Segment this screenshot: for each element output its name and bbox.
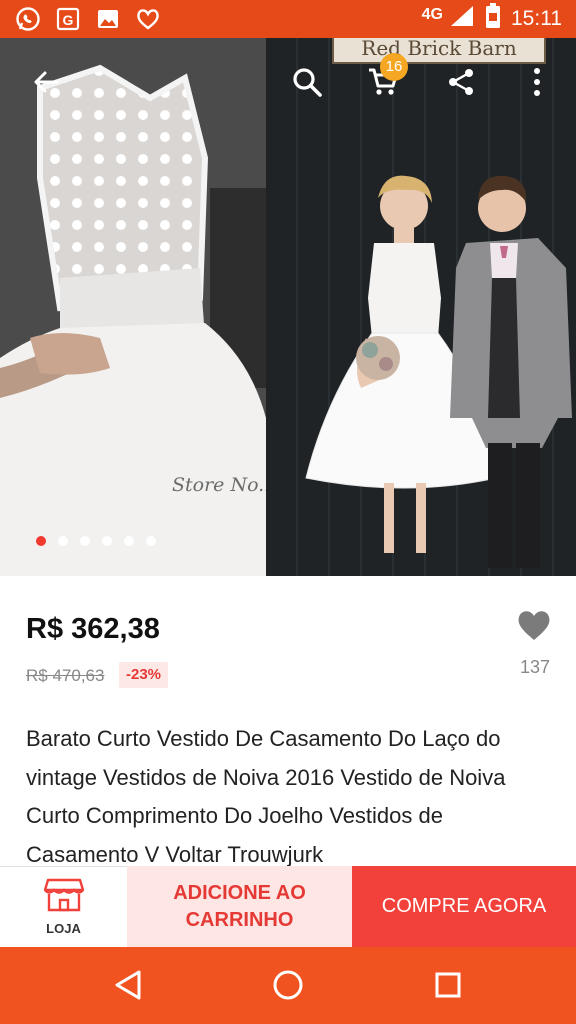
notification-app-icon: G	[54, 5, 82, 33]
nav-recents-button[interactable]	[426, 965, 470, 1009]
wishlist-count: 137	[519, 657, 551, 677]
signal-icon	[449, 4, 475, 34]
product-price: R$ 362,38	[26, 613, 160, 645]
nav-back-button[interactable]	[106, 965, 150, 1009]
share-icon	[446, 67, 476, 102]
svg-text:G: G	[63, 12, 74, 28]
carousel-indicator[interactable]	[36, 536, 156, 546]
search-icon	[291, 66, 323, 103]
add-to-cart-button[interactable]: ADICIONE AO CARRINHO	[127, 866, 352, 947]
store-icon	[43, 878, 84, 917]
discount-badge: -23%	[119, 662, 169, 688]
product-title: Barato Curto Vestido De Casamento Do Laç…	[26, 726, 506, 867]
status-bar: G 4G 15:11	[0, 0, 576, 38]
more-vert-icon	[532, 67, 542, 102]
search-button[interactable]	[287, 64, 327, 104]
product-detail-screen: G 4G 15:11 Store No. Red Brick Barn 16 R…	[0, 0, 576, 1024]
system-navigation-bar	[0, 947, 576, 1024]
buy-now-button[interactable]: COMPRE AGORA	[352, 866, 576, 947]
network-type: 4G	[421, 6, 443, 23]
home-circle-icon	[272, 969, 304, 1006]
product-photo-back-view: Store No.1418057	[0, 38, 266, 576]
share-button[interactable]	[441, 64, 481, 104]
carousel-dot[interactable]	[146, 536, 156, 546]
purchase-action-bar: LOJA ADICIONE AO CARRINHO COMPRE AGORA	[0, 866, 576, 947]
product-photo-couple: Red Brick Barn	[266, 38, 576, 576]
wishlist-button[interactable]	[514, 608, 554, 646]
carousel-dot[interactable]	[58, 536, 68, 546]
store-button[interactable]: LOJA	[0, 866, 127, 947]
back-arrow-icon	[31, 67, 61, 102]
carousel-dot[interactable]	[80, 536, 90, 546]
product-image-carousel[interactable]: Store No.1418057 Red Brick Barn	[0, 38, 576, 576]
original-price: R$ 470,63	[26, 666, 105, 685]
clock: 15:11	[511, 7, 562, 30]
carousel-dot[interactable]	[102, 536, 112, 546]
heart-app-icon	[134, 5, 162, 33]
store-label: LOJA	[46, 921, 81, 936]
recents-square-icon	[434, 971, 462, 1004]
back-triangle-icon	[113, 969, 143, 1006]
nav-home-button[interactable]	[266, 965, 310, 1009]
carousel-dot[interactable]	[36, 536, 46, 546]
more-options-button[interactable]	[517, 64, 557, 104]
cart-count-badge: 16	[380, 53, 408, 81]
heart-icon	[516, 608, 552, 647]
back-button[interactable]	[26, 64, 66, 104]
gallery-icon	[94, 5, 122, 33]
battery-icon	[485, 3, 501, 35]
store-watermark: Store No.1418057	[172, 474, 266, 496]
carousel-dot[interactable]	[124, 536, 134, 546]
whatsapp-icon	[14, 5, 42, 33]
